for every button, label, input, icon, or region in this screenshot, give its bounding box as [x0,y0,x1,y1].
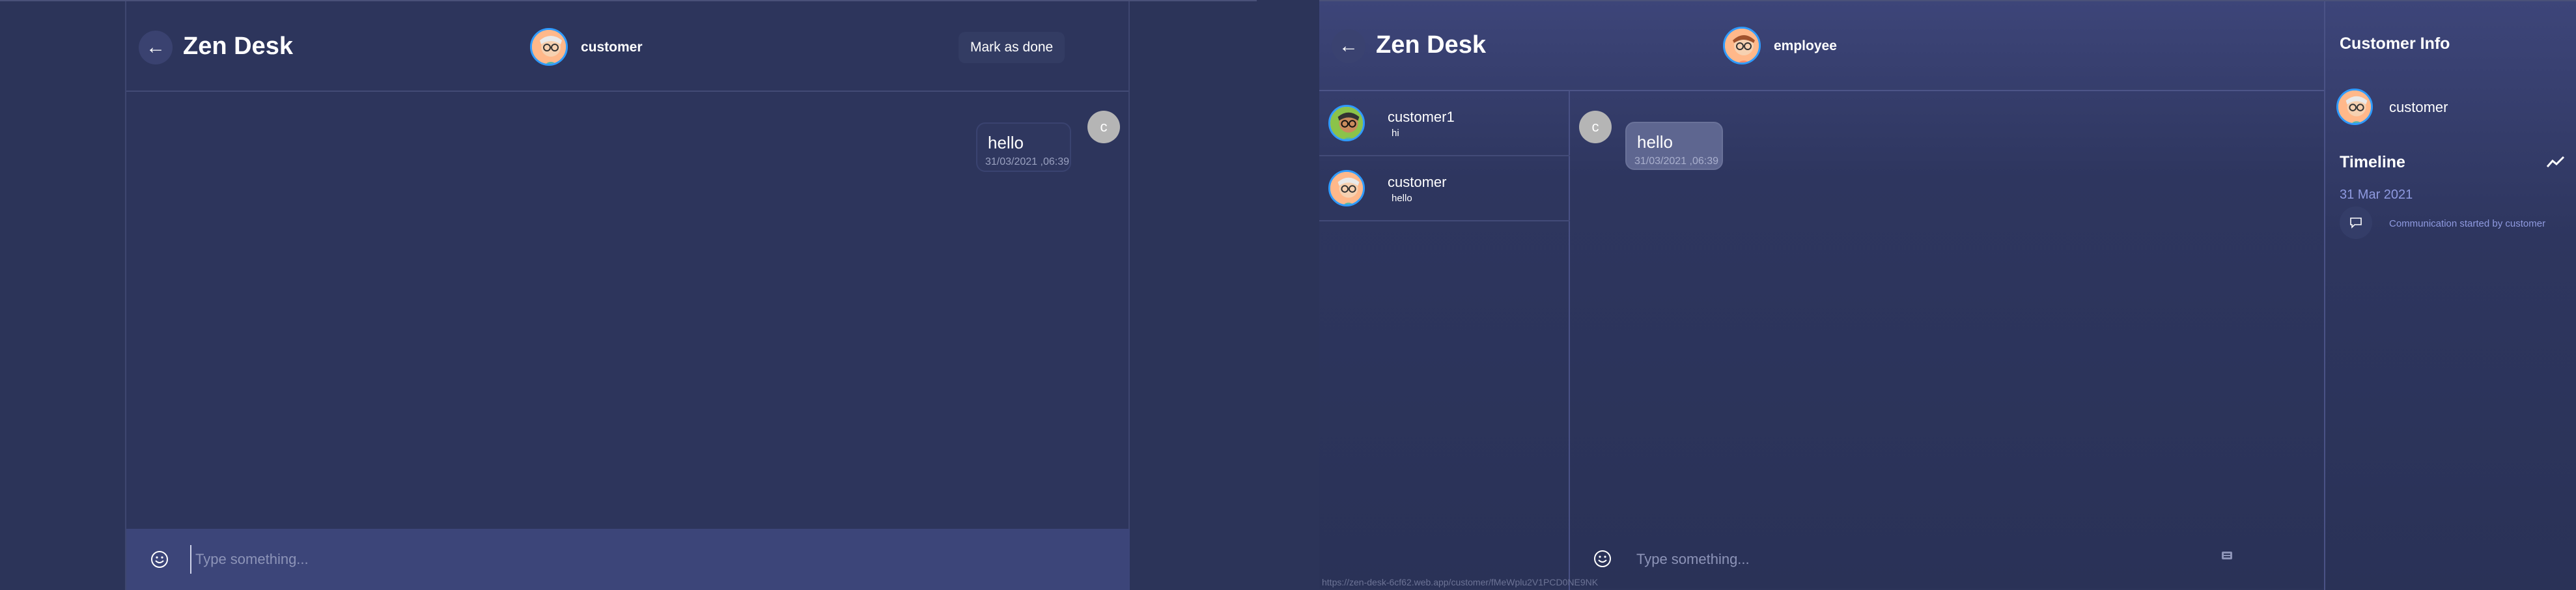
trend-icon[interactable] [2546,155,2566,173]
avatar [2336,89,2373,125]
timeline-date: 31 Mar 2021 [2340,188,2413,202]
conversation-preview: hello [1392,193,1412,204]
customer-info-panel: Customer Info customer Timeline 31 Mar 2… [2324,1,2576,590]
sender-avatar: c [1087,111,1120,143]
info-heading: Customer Info [2340,35,2450,53]
chat-header: ← Zen Desk employee [1319,1,2324,91]
chat-panel: c hello 31/03/2021 ,06:39 Type something… [1570,91,2324,590]
person-avatar-icon [532,30,566,64]
status-url: https://zen-desk-6cf62.web.app/customer/… [1322,577,1599,587]
message-text: hello [988,133,1024,152]
message-bubble: hello 31/03/2021 ,06:39 [1625,122,1723,170]
smiley-icon[interactable] [150,550,169,569]
message-text: hello [1637,132,1673,152]
message-input[interactable]: Type something... [190,545,1102,574]
avatar [1328,105,1365,141]
chat-header: ← Zen Desk customer Mark as done [126,1,1128,92]
timeline-event: Communication started by customer [2389,218,2546,229]
conversation-name: customer [1388,174,1447,190]
keyboard-icon[interactable] [2221,551,2233,560]
person-avatar-icon [1330,172,1363,204]
message-timestamp: 31/03/2021 ,06:39 [985,156,1070,167]
app-title: Zen Desk [1376,31,1486,59]
customer-chat-window: ← Zen Desk customer Mark as done hello 3… [0,0,1257,590]
back-button[interactable]: ← [1332,29,1365,63]
app-title: Zen Desk [183,33,293,60]
avatar [530,28,568,66]
message-composer: Type something... [126,529,1130,590]
header-user-name: employee [1774,38,1837,53]
arrow-left-icon: ← [146,36,165,58]
header-user-name: customer [581,40,643,55]
message-bubble: hello 31/03/2021 ,06:39 [976,122,1071,172]
list-item[interactable]: customer hello [1319,156,1570,221]
timeline-heading: Timeline [2340,153,2405,171]
conversation-name: customer1 [1388,109,1455,125]
conversation-preview: hi [1392,128,1399,139]
avatar [1328,170,1365,206]
avatar [1723,27,1761,64]
message-timestamp: 31/03/2021 ,06:39 [1634,156,1719,167]
mark-as-done-button[interactable]: Mark as done [959,32,1065,63]
person-avatar-icon [1725,29,1759,63]
arrow-left-icon: ← [1339,35,1358,57]
back-button[interactable]: ← [139,31,173,64]
conversation-list: customer1 hi customer hello [1319,91,1570,590]
list-item[interactable]: customer1 hi [1319,91,1570,156]
chat-bubble-icon [2340,206,2372,239]
customer-name: customer [2389,99,2448,115]
sender-avatar: c [1579,111,1612,143]
message-composer: Type something... [1570,527,2324,590]
employee-chat-window: ← Zen Desk employee customer1 hi custome… [1319,0,2576,590]
person-avatar-icon [1330,107,1363,139]
person-avatar-icon [2338,91,2371,123]
chat-panel: ← Zen Desk customer Mark as done hello 3… [125,1,1130,590]
smiley-icon[interactable] [1593,549,1612,569]
message-input[interactable]: Type something... [1636,551,1750,568]
